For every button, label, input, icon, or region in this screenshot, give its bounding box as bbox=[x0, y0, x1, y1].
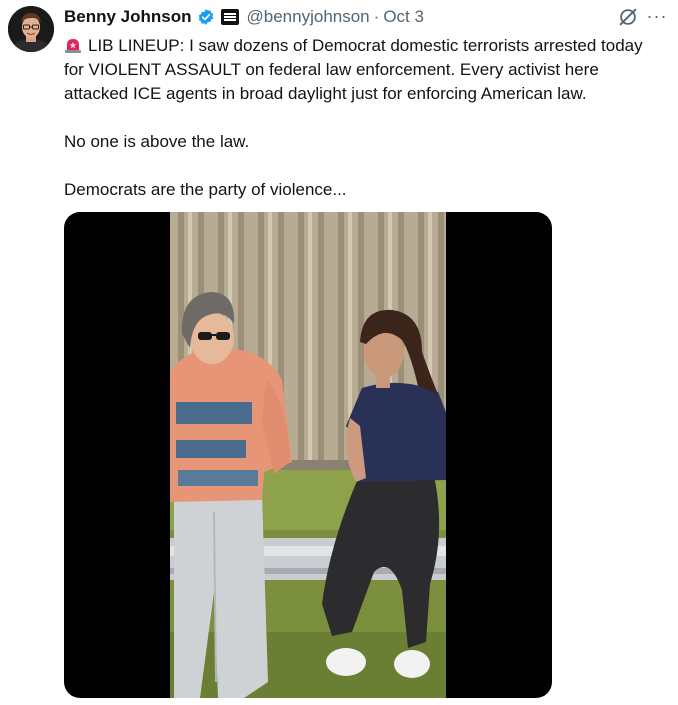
author-name[interactable]: Benny Johnson bbox=[64, 7, 192, 27]
tweet-header: Benny Johnson @bennyjohnson · Oct 3 bbox=[64, 6, 424, 28]
grok-icon[interactable] bbox=[617, 6, 639, 28]
tweet-paragraph-3: Democrats are the party of violence... bbox=[64, 180, 347, 199]
header-separator: · bbox=[373, 7, 380, 26]
tweet-date[interactable]: Oct 3 bbox=[383, 7, 424, 27]
police-siren-emoji-icon bbox=[64, 36, 82, 54]
author-handle[interactable]: @bennyjohnson bbox=[247, 7, 370, 27]
affiliate-badge-icon[interactable] bbox=[220, 9, 239, 25]
more-options-icon[interactable]: ··· bbox=[646, 6, 668, 28]
verified-badge-icon bbox=[197, 8, 215, 26]
tweet-video[interactable] bbox=[64, 212, 552, 698]
tweet-paragraph-1-text: LIB LINEUP: I saw dozens of Democrat dom… bbox=[64, 36, 643, 103]
tweet-paragraph-2: No one is above the law. bbox=[64, 132, 250, 151]
avatar[interactable] bbox=[8, 6, 54, 52]
tweet-paragraph-1: LIB LINEUP: I saw dozens of Democrat dom… bbox=[64, 34, 664, 106]
video-frame[interactable] bbox=[170, 212, 446, 698]
tweet-text: LIB LINEUP: I saw dozens of Democrat dom… bbox=[64, 34, 664, 202]
